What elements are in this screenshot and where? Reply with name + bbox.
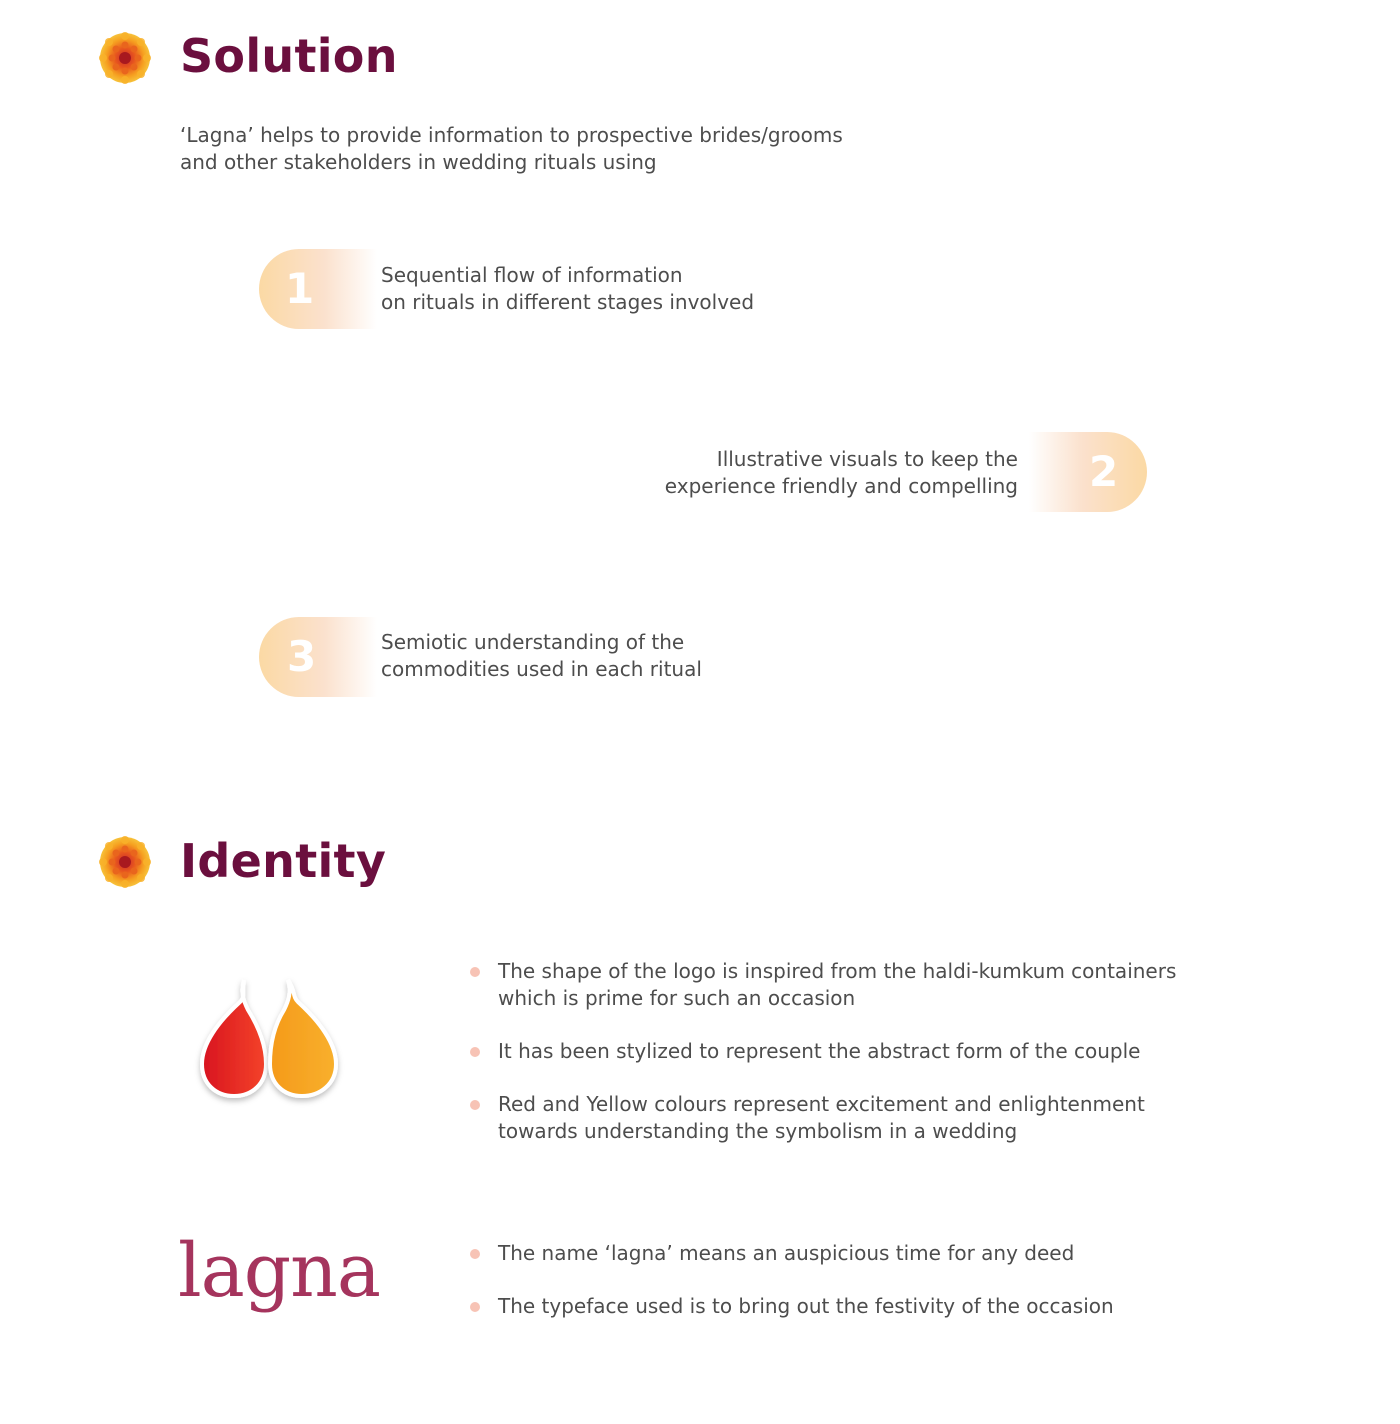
step-1-text: Sequential flow of information on ritual… xyxy=(381,262,801,316)
bullet-dot xyxy=(470,1047,480,1057)
bullet-dot xyxy=(470,1100,480,1110)
step-2-pill: 2 xyxy=(1029,432,1147,512)
step-2-text: Illustrative visuals to keep the experie… xyxy=(598,446,1018,500)
bullet-dot xyxy=(470,1302,480,1312)
bullet-text: Red and Yellow colours represent excitem… xyxy=(498,1092,1145,1143)
step-3-text: Semiotic understanding of the commoditie… xyxy=(381,629,801,683)
solution-intro: ‘Lagna’ helps to provide information to … xyxy=(180,123,843,174)
marigold-flower-icon xyxy=(99,32,151,84)
list-item: The name ‘lagna’ means an auspicious tim… xyxy=(468,1240,1188,1267)
step-3-line-2: commodities used in each ritual xyxy=(381,657,702,681)
step-3-number: 3 xyxy=(287,632,317,681)
bullet-text: The typeface used is to bring out the fe… xyxy=(498,1294,1114,1318)
lagna-wordmark: lagna xyxy=(178,1228,381,1314)
step-1-line-2: on rituals in different stages involved xyxy=(381,290,755,314)
lagna-logo-drops-icon xyxy=(199,978,339,1099)
step-3-pill: 3 xyxy=(259,617,377,697)
solution-heading: Solution xyxy=(180,29,398,83)
logo-bullet-list: The shape of the logo is inspired from t… xyxy=(468,958,1188,1145)
bullet-text: It has been stylized to represent the ab… xyxy=(498,1039,1141,1063)
list-item: The typeface used is to bring out the fe… xyxy=(468,1293,1188,1320)
step-2-number: 2 xyxy=(1089,447,1119,496)
list-item: The shape of the logo is inspired from t… xyxy=(468,958,1188,1012)
identity-heading: Identity xyxy=(180,834,387,888)
bullet-text: The shape of the logo is inspired from t… xyxy=(498,959,1177,1010)
marigold-flower-icon xyxy=(99,836,151,888)
bullet-text: The name ‘lagna’ means an auspicious tim… xyxy=(498,1241,1075,1265)
step-2-line-1: Illustrative visuals to keep the xyxy=(716,447,1018,471)
bullet-dot xyxy=(470,1249,480,1259)
name-bullet-list: The name ‘lagna’ means an auspicious tim… xyxy=(468,1240,1188,1320)
step-2-line-2: experience friendly and compelling xyxy=(664,474,1018,498)
step-3-line-1: Semiotic understanding of the xyxy=(381,630,685,654)
list-item: Red and Yellow colours represent excitem… xyxy=(468,1091,1188,1145)
step-1-pill: 1 xyxy=(259,249,377,329)
list-item: It has been stylized to represent the ab… xyxy=(468,1038,1188,1065)
step-1-line-1: Sequential flow of information xyxy=(381,263,683,287)
step-1-number: 1 xyxy=(285,264,315,313)
bullet-dot xyxy=(470,967,480,977)
